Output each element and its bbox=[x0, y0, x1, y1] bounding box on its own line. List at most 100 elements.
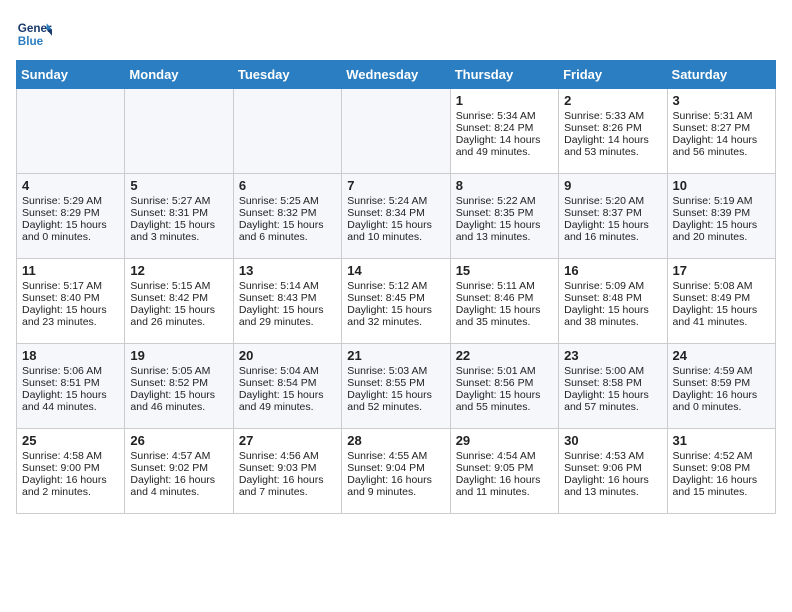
day-number: 9 bbox=[564, 178, 661, 193]
calendar-week-1: 1Sunrise: 5:34 AMSunset: 8:24 PMDaylight… bbox=[17, 89, 776, 174]
day-number: 29 bbox=[456, 433, 553, 448]
calendar-cell: 16Sunrise: 5:09 AMSunset: 8:48 PMDayligh… bbox=[559, 259, 667, 344]
day-number: 16 bbox=[564, 263, 661, 278]
day-number: 23 bbox=[564, 348, 661, 363]
calendar-cell: 17Sunrise: 5:08 AMSunset: 8:49 PMDayligh… bbox=[667, 259, 775, 344]
calendar-week-4: 18Sunrise: 5:06 AMSunset: 8:51 PMDayligh… bbox=[17, 344, 776, 429]
calendar-cell: 29Sunrise: 4:54 AMSunset: 9:05 PMDayligh… bbox=[450, 429, 558, 514]
cell-info-line: Daylight: 15 hours bbox=[239, 304, 336, 316]
day-number: 11 bbox=[22, 263, 119, 278]
cell-info-line: Sunset: 9:03 PM bbox=[239, 462, 336, 474]
cell-info-line: Sunset: 8:32 PM bbox=[239, 207, 336, 219]
calendar-cell: 28Sunrise: 4:55 AMSunset: 9:04 PMDayligh… bbox=[342, 429, 450, 514]
calendar-cell bbox=[17, 89, 125, 174]
cell-info-line: Daylight: 15 hours bbox=[564, 219, 661, 231]
day-number: 2 bbox=[564, 93, 661, 108]
cell-info-line: Sunrise: 5:19 AM bbox=[673, 195, 770, 207]
day-number: 22 bbox=[456, 348, 553, 363]
calendar-cell: 14Sunrise: 5:12 AMSunset: 8:45 PMDayligh… bbox=[342, 259, 450, 344]
cell-info-line: Sunset: 8:56 PM bbox=[456, 377, 553, 389]
cell-info-line: Daylight: 16 hours bbox=[456, 474, 553, 486]
calendar-cell bbox=[125, 89, 233, 174]
svg-text:Blue: Blue bbox=[18, 35, 44, 48]
cell-info-line: Daylight: 15 hours bbox=[347, 304, 444, 316]
day-number: 27 bbox=[239, 433, 336, 448]
day-number: 18 bbox=[22, 348, 119, 363]
cell-info-line: Sunset: 8:39 PM bbox=[673, 207, 770, 219]
cell-info-line: and 6 minutes. bbox=[239, 231, 336, 243]
day-number: 5 bbox=[130, 178, 227, 193]
day-number: 15 bbox=[456, 263, 553, 278]
cell-info-line: Daylight: 15 hours bbox=[456, 389, 553, 401]
calendar-cell: 8Sunrise: 5:22 AMSunset: 8:35 PMDaylight… bbox=[450, 174, 558, 259]
calendar-cell: 18Sunrise: 5:06 AMSunset: 8:51 PMDayligh… bbox=[17, 344, 125, 429]
cell-info-line: and 11 minutes. bbox=[456, 486, 553, 498]
calendar-cell: 7Sunrise: 5:24 AMSunset: 8:34 PMDaylight… bbox=[342, 174, 450, 259]
calendar-cell: 30Sunrise: 4:53 AMSunset: 9:06 PMDayligh… bbox=[559, 429, 667, 514]
cell-info-line: Sunset: 8:52 PM bbox=[130, 377, 227, 389]
cell-info-line: Sunrise: 4:56 AM bbox=[239, 450, 336, 462]
cell-info-line: and 52 minutes. bbox=[347, 401, 444, 413]
calendar-week-3: 11Sunrise: 5:17 AMSunset: 8:40 PMDayligh… bbox=[17, 259, 776, 344]
cell-info-line: and 35 minutes. bbox=[456, 316, 553, 328]
day-number: 26 bbox=[130, 433, 227, 448]
cell-info-line: Sunset: 8:49 PM bbox=[673, 292, 770, 304]
calendar-cell: 21Sunrise: 5:03 AMSunset: 8:55 PMDayligh… bbox=[342, 344, 450, 429]
calendar-cell: 10Sunrise: 5:19 AMSunset: 8:39 PMDayligh… bbox=[667, 174, 775, 259]
cell-info-line: Sunrise: 5:24 AM bbox=[347, 195, 444, 207]
calendar-cell: 19Sunrise: 5:05 AMSunset: 8:52 PMDayligh… bbox=[125, 344, 233, 429]
day-number: 8 bbox=[456, 178, 553, 193]
cell-info-line: and 13 minutes. bbox=[564, 486, 661, 498]
day-number: 28 bbox=[347, 433, 444, 448]
cell-info-line: Sunrise: 5:15 AM bbox=[130, 280, 227, 292]
cell-info-line: Sunrise: 5:20 AM bbox=[564, 195, 661, 207]
calendar-cell: 26Sunrise: 4:57 AMSunset: 9:02 PMDayligh… bbox=[125, 429, 233, 514]
day-number: 31 bbox=[673, 433, 770, 448]
cell-info-line: Sunrise: 4:53 AM bbox=[564, 450, 661, 462]
day-number: 25 bbox=[22, 433, 119, 448]
cell-info-line: Sunset: 8:43 PM bbox=[239, 292, 336, 304]
cell-info-line: and 0 minutes. bbox=[22, 231, 119, 243]
header-tuesday: Tuesday bbox=[233, 61, 341, 89]
day-number: 17 bbox=[673, 263, 770, 278]
header-saturday: Saturday bbox=[667, 61, 775, 89]
cell-info-line: Daylight: 15 hours bbox=[673, 219, 770, 231]
cell-info-line: Sunrise: 5:14 AM bbox=[239, 280, 336, 292]
cell-info-line: and 57 minutes. bbox=[564, 401, 661, 413]
cell-info-line: Daylight: 15 hours bbox=[564, 389, 661, 401]
day-number: 13 bbox=[239, 263, 336, 278]
cell-info-line: Sunset: 8:55 PM bbox=[347, 377, 444, 389]
cell-info-line: Sunrise: 5:06 AM bbox=[22, 365, 119, 377]
calendar-cell: 22Sunrise: 5:01 AMSunset: 8:56 PMDayligh… bbox=[450, 344, 558, 429]
cell-info-line: and 23 minutes. bbox=[22, 316, 119, 328]
cell-info-line: Sunset: 8:46 PM bbox=[456, 292, 553, 304]
cell-info-line: Daylight: 15 hours bbox=[673, 304, 770, 316]
header-monday: Monday bbox=[125, 61, 233, 89]
cell-info-line: and 32 minutes. bbox=[347, 316, 444, 328]
cell-info-line: Sunset: 8:35 PM bbox=[456, 207, 553, 219]
cell-info-line: and 7 minutes. bbox=[239, 486, 336, 498]
cell-info-line: Sunset: 8:24 PM bbox=[456, 122, 553, 134]
cell-info-line: and 44 minutes. bbox=[22, 401, 119, 413]
cell-info-line: Daylight: 15 hours bbox=[130, 389, 227, 401]
calendar-week-5: 25Sunrise: 4:58 AMSunset: 9:00 PMDayligh… bbox=[17, 429, 776, 514]
cell-info-line: Sunset: 8:31 PM bbox=[130, 207, 227, 219]
cell-info-line: Daylight: 16 hours bbox=[347, 474, 444, 486]
cell-info-line: Sunrise: 5:34 AM bbox=[456, 110, 553, 122]
cell-info-line: Sunset: 9:00 PM bbox=[22, 462, 119, 474]
cell-info-line: Sunset: 8:26 PM bbox=[564, 122, 661, 134]
cell-info-line: Daylight: 15 hours bbox=[130, 219, 227, 231]
logo-icon: General Blue bbox=[16, 16, 52, 52]
cell-info-line: Daylight: 15 hours bbox=[22, 304, 119, 316]
header-thursday: Thursday bbox=[450, 61, 558, 89]
cell-info-line: Daylight: 16 hours bbox=[22, 474, 119, 486]
logo: General Blue bbox=[16, 16, 56, 52]
cell-info-line: Sunrise: 5:00 AM bbox=[564, 365, 661, 377]
cell-info-line: and 9 minutes. bbox=[347, 486, 444, 498]
cell-info-line: Daylight: 15 hours bbox=[564, 304, 661, 316]
cell-info-line: and 29 minutes. bbox=[239, 316, 336, 328]
cell-info-line: and 38 minutes. bbox=[564, 316, 661, 328]
cell-info-line: and 56 minutes. bbox=[673, 146, 770, 158]
cell-info-line: Sunrise: 5:22 AM bbox=[456, 195, 553, 207]
calendar-cell: 24Sunrise: 4:59 AMSunset: 8:59 PMDayligh… bbox=[667, 344, 775, 429]
